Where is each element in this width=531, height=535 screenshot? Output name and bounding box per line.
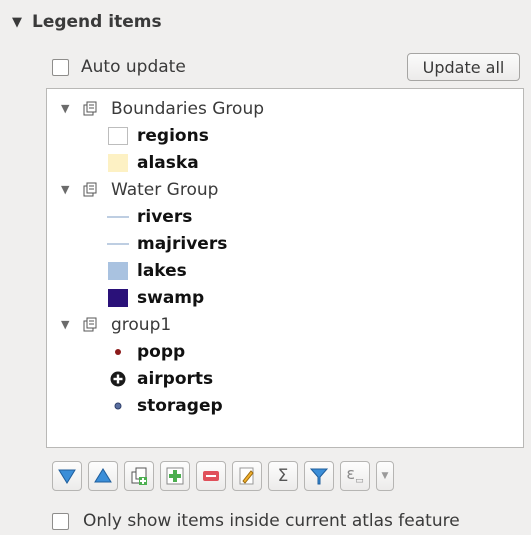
layer-label: rivers [137, 206, 193, 227]
expression-dropdown-button[interactable]: ▼ [376, 460, 394, 491]
tree-group-row[interactable]: ▼ Boundaries Group [61, 95, 264, 122]
group-label: group1 [111, 314, 172, 335]
remove-item-button[interactable] [196, 460, 226, 491]
add-group-button[interactable] [124, 460, 154, 491]
legend-toolbar: Σε▭ ▼ [52, 457, 394, 494]
layer-symbol-icon [105, 288, 131, 307]
tree-layer-row[interactable]: storagep [105, 392, 223, 419]
group-icon [81, 100, 99, 118]
expand-arrow-icon[interactable]: ▼ [61, 183, 75, 196]
add-group-icon [129, 466, 149, 486]
tree-layer-row[interactable]: popp [105, 338, 185, 365]
auto-update-row[interactable]: Auto update [52, 53, 186, 81]
move-down-button[interactable] [52, 460, 82, 491]
filter-icon [309, 466, 329, 486]
layer-symbol-icon [105, 401, 131, 411]
layer-symbol-icon [105, 241, 131, 247]
legend-items-header[interactable]: ▼ Legend items [12, 8, 162, 36]
sum-icon: Σ [277, 465, 289, 486]
expand-arrow-icon[interactable]: ▼ [61, 318, 75, 331]
legend-tree[interactable]: ▼ Boundaries Group regions alaska ▼ Water Gro… [46, 88, 524, 448]
section-title: Legend items [32, 12, 162, 32]
expression-button[interactable]: ε▭ [340, 460, 370, 491]
move-up-icon [93, 466, 113, 486]
group-icon [81, 316, 99, 334]
layer-label: swamp [137, 287, 205, 308]
layer-symbol-icon [105, 347, 131, 357]
tree-layer-row[interactable]: regions [105, 122, 209, 149]
update-all-button[interactable]: Update all [407, 53, 520, 81]
layer-label: majrivers [137, 233, 228, 254]
atlas-filter-checkbox[interactable] [52, 512, 69, 530]
layer-label: lakes [137, 260, 187, 281]
tree-layer-row[interactable]: swamp [105, 284, 204, 311]
auto-update-checkbox[interactable] [52, 58, 69, 76]
layer-symbol-icon [105, 370, 131, 388]
tree-group-row[interactable]: ▼ Water Group [61, 176, 218, 203]
layer-symbol-icon [105, 153, 131, 172]
filter-button[interactable] [304, 460, 334, 491]
edit-item-button[interactable] [232, 460, 262, 491]
tree-layer-row[interactable]: alaska [105, 149, 199, 176]
tree-layer-row[interactable]: airports [105, 365, 213, 392]
chevron-down-icon: ▼ [381, 470, 389, 481]
collapse-arrow-icon[interactable]: ▼ [12, 15, 22, 30]
tree-layer-row[interactable]: lakes [105, 257, 187, 284]
layer-symbol-icon [105, 261, 131, 280]
layer-symbol-icon [105, 126, 131, 145]
add-item-button[interactable] [160, 460, 190, 491]
tree-layer-row[interactable]: majrivers [105, 230, 227, 257]
move-down-icon [57, 466, 77, 486]
move-up-button[interactable] [88, 460, 118, 491]
expand-arrow-icon[interactable]: ▼ [61, 102, 75, 115]
atlas-filter-label: Only show items inside current atlas fea… [83, 511, 460, 531]
tree-layer-row[interactable]: rivers [105, 203, 192, 230]
layer-label: airports [137, 368, 214, 389]
edit-item-icon [237, 466, 257, 486]
expression-icon: ε▭ [346, 464, 364, 487]
group-label: Boundaries Group [111, 98, 265, 119]
group-label: Water Group [111, 179, 219, 200]
layer-label: alaska [137, 152, 199, 173]
remove-item-icon [201, 466, 221, 486]
layer-symbol-icon [105, 214, 131, 220]
auto-update-label: Auto update [81, 57, 186, 77]
group-icon [81, 181, 99, 199]
layer-label: regions [137, 125, 209, 146]
add-item-icon [165, 466, 185, 486]
layer-label: storagep [137, 395, 223, 416]
sum-button[interactable]: Σ [268, 460, 298, 491]
layer-label: popp [137, 341, 186, 362]
atlas-filter-row[interactable]: Only show items inside current atlas fea… [52, 508, 460, 534]
tree-group-row[interactable]: ▼ group1 [61, 311, 171, 338]
